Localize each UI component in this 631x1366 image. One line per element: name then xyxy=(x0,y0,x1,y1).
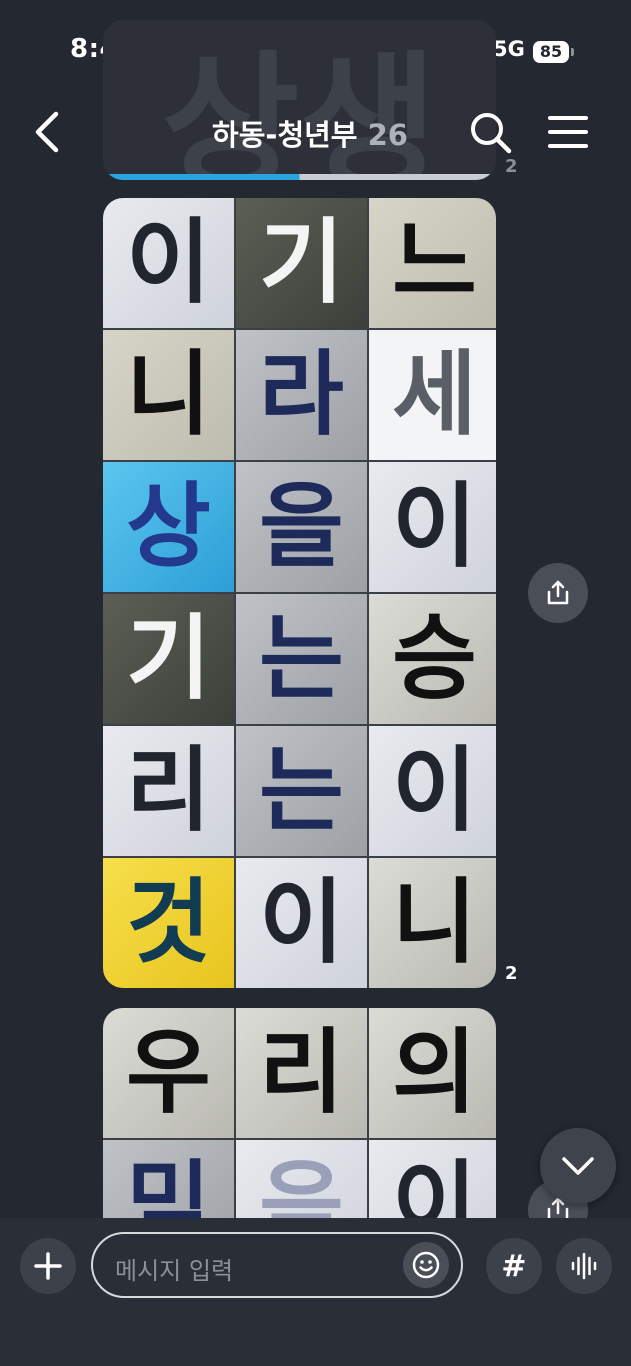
letter-tile: 니 xyxy=(369,858,496,988)
message-input-placeholder: 메시지 입력 xyxy=(115,1257,234,1285)
letter-tile: 이 xyxy=(369,462,496,592)
plus-icon xyxy=(34,1252,62,1280)
letter-tile: 리 xyxy=(236,1008,367,1138)
unread-count: 2 xyxy=(505,963,518,984)
letter-tile: 라 xyxy=(236,330,367,460)
search-icon[interactable] xyxy=(466,108,514,156)
letter-tile: 상 xyxy=(103,462,234,592)
share-icon xyxy=(547,580,569,605)
letter-tile: 리 xyxy=(103,726,234,856)
scroll-to-bottom-button[interactable] xyxy=(540,1128,616,1204)
voice-icon xyxy=(571,1252,597,1280)
emoji-icon xyxy=(412,1251,440,1279)
menu-icon[interactable] xyxy=(546,112,590,152)
chat-title: 하동-청년부 26 xyxy=(150,112,470,154)
back-icon[interactable] xyxy=(30,108,70,156)
hashtag-icon: # xyxy=(501,1248,527,1284)
hashtag-button[interactable]: # xyxy=(486,1238,542,1294)
unread-count: 2 xyxy=(505,156,518,177)
letter-tile: 기 xyxy=(236,198,367,328)
letter-tile: 는 xyxy=(236,726,367,856)
voice-button[interactable] xyxy=(556,1238,612,1294)
chevron-down-icon xyxy=(562,1157,594,1175)
letter-tile: 는 xyxy=(236,594,367,724)
battery-indicator: 85 xyxy=(533,41,569,63)
emoji-button[interactable] xyxy=(403,1242,449,1288)
letter-tile: 이 xyxy=(103,198,234,328)
letter-tile: 것 xyxy=(103,858,234,988)
letter-tile: 우 xyxy=(103,1008,234,1138)
member-count: 26 xyxy=(367,118,408,152)
partial-image-strip xyxy=(103,174,496,180)
letter-tile: 기 xyxy=(103,594,234,724)
letter-tile: 세 xyxy=(369,330,496,460)
attach-button[interactable] xyxy=(20,1238,76,1294)
letter-tile: 승 xyxy=(369,594,496,724)
letter-tile: 이 xyxy=(369,726,496,856)
battery-tip xyxy=(571,48,574,56)
share-button[interactable] xyxy=(528,563,588,623)
chat-name: 하동-청년부 xyxy=(212,118,358,152)
letter-tile: 이 xyxy=(236,858,367,988)
letter-tile: 을 xyxy=(236,462,367,592)
message-input[interactable]: 메시지 입력 xyxy=(91,1232,463,1298)
letter-tile: 느 xyxy=(369,198,496,328)
network-type: 5G xyxy=(493,37,525,61)
image-message[interactable]: 이 기 느 니 라 세 상 을 이 기 는 승 리 는 이 것 이 니 xyxy=(103,198,496,988)
letter-tile: 니 xyxy=(103,330,234,460)
letter-tile: 의 xyxy=(369,1008,496,1138)
image-message-partial[interactable]: 상생 xyxy=(103,20,496,180)
